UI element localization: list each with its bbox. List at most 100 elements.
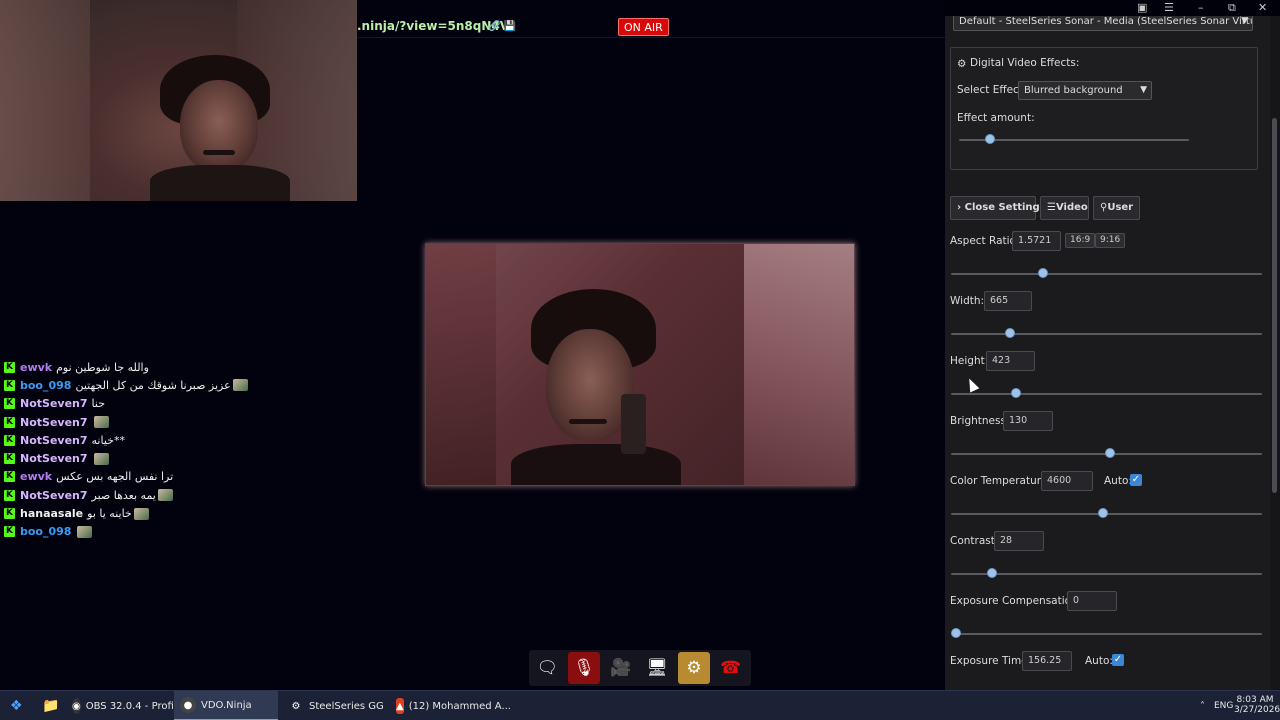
contrast-input[interactable]: 28 bbox=[994, 531, 1044, 551]
taskbar-item-brave[interactable]: ▲ (12) Mohammed A... bbox=[390, 691, 511, 720]
mute-mic-button[interactable]: 🎙 bbox=[567, 652, 601, 684]
brightness-slider[interactable] bbox=[1104, 448, 1115, 458]
chat-text: عزيز صبرنا شوقك من كل الجهتين bbox=[75, 378, 231, 392]
kick-badge-icon: K bbox=[4, 379, 15, 391]
chat-username: boo_098 bbox=[20, 378, 72, 392]
audio-output-select[interactable]: Default - SteelSeries Sonar - Media (Ste… bbox=[953, 16, 1253, 31]
chat-button[interactable]: 🗨 bbox=[531, 652, 564, 684]
width-label: Width: bbox=[950, 295, 985, 307]
kick-badge-icon: K bbox=[4, 398, 15, 410]
chat-overlay: Kewvk والله جا شوطين نوم Kboo_098 عزيز صبرن… bbox=[4, 358, 264, 541]
settings-panel: Default - SteelSeries Sonar - Media (Ste… bbox=[945, 16, 1270, 690]
minimize-button[interactable]: – bbox=[1198, 1, 1204, 14]
close-settings-label: Close Settings bbox=[964, 202, 1046, 213]
chat-username: NotSeven7 bbox=[20, 452, 88, 466]
height-track bbox=[951, 393, 1262, 395]
settings-button[interactable]: ⚙ bbox=[677, 652, 711, 684]
video-effects-box: ⚙ Digital Video Effects: Select Effect: … bbox=[950, 47, 1258, 170]
close-button[interactable]: ✕ bbox=[1258, 1, 1267, 14]
width-slider[interactable] bbox=[1005, 328, 1016, 338]
kick-badge-icon: K bbox=[4, 453, 15, 465]
exposure-comp-slider[interactable] bbox=[951, 628, 961, 638]
exposure-time-label: Exposure Time: bbox=[950, 655, 1032, 667]
kick-badge-icon: K bbox=[4, 361, 15, 373]
chat-text: حنا bbox=[91, 397, 106, 411]
video-tab-button[interactable]: ☰Video bbox=[1040, 196, 1089, 220]
exposure-comp-input[interactable]: 0 bbox=[1067, 591, 1117, 611]
height-input[interactable]: 423 bbox=[986, 351, 1035, 371]
kick-badge-icon: K bbox=[4, 526, 15, 538]
menu-icon[interactable]: ☰ bbox=[1164, 1, 1174, 14]
user-tab-button[interactable]: ⚲User bbox=[1093, 196, 1140, 220]
gear-icon: ⚙ bbox=[686, 658, 702, 678]
user-tab-label: User bbox=[1107, 202, 1134, 213]
exposure-time-auto-label: Auto: bbox=[1085, 655, 1113, 667]
emote-icon bbox=[133, 507, 149, 520]
link-icons: 🔗 💾 bbox=[488, 21, 517, 32]
exposure-time-input[interactable]: 156.25 bbox=[1022, 651, 1072, 671]
chat-message: K NotSeven7 حنا bbox=[4, 395, 264, 413]
chat-message: K NotSeven7 bbox=[4, 413, 264, 431]
dve-title: Digital Video Effects: bbox=[970, 57, 1080, 69]
settings-scroll-thumb[interactable] bbox=[1272, 118, 1277, 493]
vdo-ninja-icon: ● bbox=[180, 697, 196, 713]
aspect-ratio-input[interactable]: 1.5721 bbox=[1012, 231, 1061, 251]
emote-icon bbox=[93, 416, 109, 429]
height-slider[interactable] bbox=[1011, 388, 1022, 398]
clock[interactable]: 8:03 AM 3/27/2026 bbox=[1234, 695, 1280, 715]
contrast-slider[interactable] bbox=[987, 568, 998, 578]
width-track bbox=[951, 333, 1262, 335]
file-explorer-button[interactable]: 📁 bbox=[36, 691, 60, 720]
obs-icon: ◉ bbox=[72, 698, 81, 714]
height-label: Height: bbox=[950, 355, 989, 367]
color-temp-auto-checkbox[interactable]: ✓ bbox=[1130, 474, 1142, 486]
taskbar-item-steelseries[interactable]: ⚙ SteelSeries GG bbox=[282, 691, 386, 720]
hangup-button[interactable]: ☎ bbox=[714, 652, 747, 684]
aspect-ratio-label: Aspect Ratio: bbox=[950, 235, 1020, 247]
taskbar: ❖ 📁 ◉ OBS 32.0.4 - Profile:... ● VDO.Nin… bbox=[0, 690, 1280, 720]
kick-badge-icon: K bbox=[4, 508, 15, 520]
aspect-9-16-button[interactable]: 9:16 bbox=[1095, 233, 1126, 248]
chat-username: boo_098 bbox=[20, 525, 72, 539]
taskbar-item-vdo-ninja[interactable]: ● VDO.Ninja bbox=[174, 691, 278, 720]
chat-username: ewvk bbox=[20, 360, 53, 374]
aspect-ratio-track bbox=[951, 273, 1262, 275]
width-input[interactable]: 665 bbox=[984, 291, 1032, 311]
chat-text: ترا نفس الجهه بس عكس bbox=[56, 470, 174, 484]
aspect-ratio-slider[interactable] bbox=[1038, 268, 1049, 278]
chat-username: NotSeven7 bbox=[20, 397, 88, 411]
color-temp-slider[interactable] bbox=[1098, 508, 1109, 518]
capture-icon[interactable]: ▣ bbox=[1137, 1, 1147, 14]
view-url[interactable]: .ninja/?view=5n8qN4V bbox=[357, 19, 509, 33]
kick-badge-icon: K bbox=[4, 489, 15, 501]
brightness-input[interactable]: 130 bbox=[1003, 411, 1053, 431]
maximize-button[interactable]: ⧉ bbox=[1228, 1, 1236, 15]
taskbar-item-obs[interactable]: ◉ OBS 32.0.4 - Profile:... bbox=[66, 691, 196, 720]
start-button[interactable]: ❖ bbox=[4, 691, 28, 720]
chat-message: Kboo_098 bbox=[4, 523, 264, 541]
chevron-down-icon: ▼ bbox=[1241, 16, 1248, 26]
chat-username: hanaasale bbox=[20, 507, 84, 521]
steelseries-icon: ⚙ bbox=[291, 700, 301, 712]
color-temp-input[interactable]: 4600 bbox=[1041, 471, 1093, 491]
main-video-feed[interactable] bbox=[425, 243, 855, 486]
pip-video-feed[interactable] bbox=[0, 0, 357, 201]
effect-select[interactable]: Blurred background ▼ bbox=[1018, 81, 1152, 100]
effect-amount-slider[interactable] bbox=[985, 134, 996, 144]
mic-muted-icon: 🎙 bbox=[573, 658, 595, 678]
camera-button[interactable]: 🎥 bbox=[604, 652, 637, 684]
color-temp-label: Color Temperature: bbox=[950, 475, 1051, 487]
dve-icon: ⚙ bbox=[957, 58, 967, 70]
brave-icon: ▲ bbox=[396, 698, 404, 714]
exposure-comp-label: Exposure Compensation: bbox=[950, 595, 1082, 607]
aspect-16-9-button[interactable]: 16:9 bbox=[1065, 233, 1096, 248]
screenshare-button[interactable]: 🖥 bbox=[641, 652, 674, 684]
camera-icon: 🎥 bbox=[610, 658, 632, 678]
screenshare-icon: 🖥 bbox=[646, 658, 669, 678]
close-settings-button[interactable]: › Close Settings bbox=[950, 196, 1046, 220]
chat-text: خيانه** bbox=[91, 433, 125, 447]
on-air-badge: ON AIR bbox=[618, 18, 669, 36]
chat-icon: 🗨 bbox=[536, 658, 559, 678]
emote-icon bbox=[77, 525, 93, 538]
exposure-time-auto-checkbox[interactable]: ✓ bbox=[1112, 654, 1124, 666]
